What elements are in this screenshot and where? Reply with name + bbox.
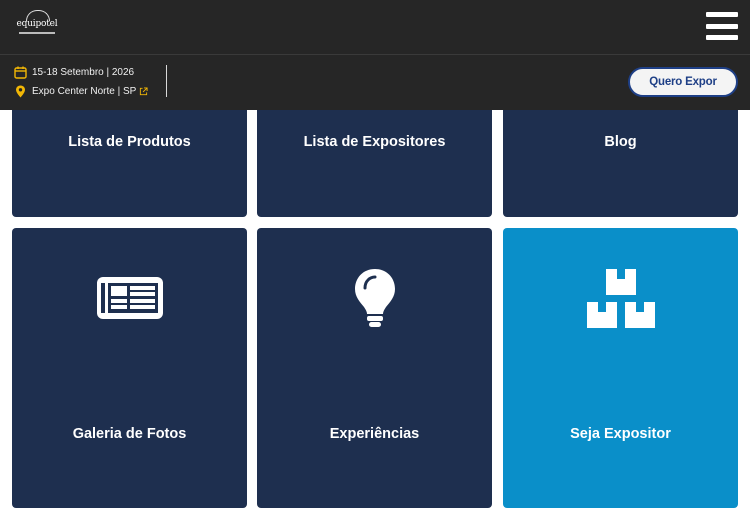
card-label: Blog bbox=[604, 134, 637, 150]
event-date: 15-18 Setembro | 2026 bbox=[14, 66, 134, 79]
event-info-bar: 15-18 Setembro | 2026 Expo Center Norte … bbox=[0, 54, 750, 110]
event-date-text: 15-18 Setembro | 2026 bbox=[32, 67, 135, 78]
newspaper-icon bbox=[96, 277, 163, 319]
card-seja-expositor[interactable]: Seja Expositor bbox=[503, 228, 738, 508]
logo-tagline-bar bbox=[19, 32, 55, 34]
info-divider bbox=[166, 65, 167, 97]
card-label: Seja Expositor bbox=[570, 426, 671, 442]
event-location-text: Expo Center Norte | SP bbox=[32, 86, 137, 97]
card-label: Experiências bbox=[329, 426, 420, 442]
external-link-icon bbox=[140, 87, 148, 96]
hamburger-menu-icon[interactable] bbox=[706, 12, 738, 40]
boxes-icon bbox=[586, 269, 655, 328]
card-label: Galeria de Fotos bbox=[72, 426, 187, 442]
card-experiencias[interactable]: Experiências bbox=[257, 228, 492, 508]
card-label: Lista de Produtos bbox=[68, 134, 191, 150]
lightbulb-icon bbox=[354, 269, 395, 327]
calendar-icon bbox=[14, 66, 27, 79]
card-label: Lista de Expositores bbox=[303, 134, 446, 150]
card-galeria-de-fotos[interactable]: Galeria de Fotos bbox=[12, 228, 247, 508]
site-logo[interactable]: equipotel bbox=[12, 10, 62, 42]
event-location[interactable]: Expo Center Norte | SP bbox=[14, 85, 148, 98]
map-pin-icon bbox=[16, 85, 25, 98]
quero-expor-button[interactable]: Quero Expor bbox=[628, 67, 738, 97]
logo-arc bbox=[26, 10, 50, 21]
site-header: equipotel bbox=[0, 0, 750, 54]
